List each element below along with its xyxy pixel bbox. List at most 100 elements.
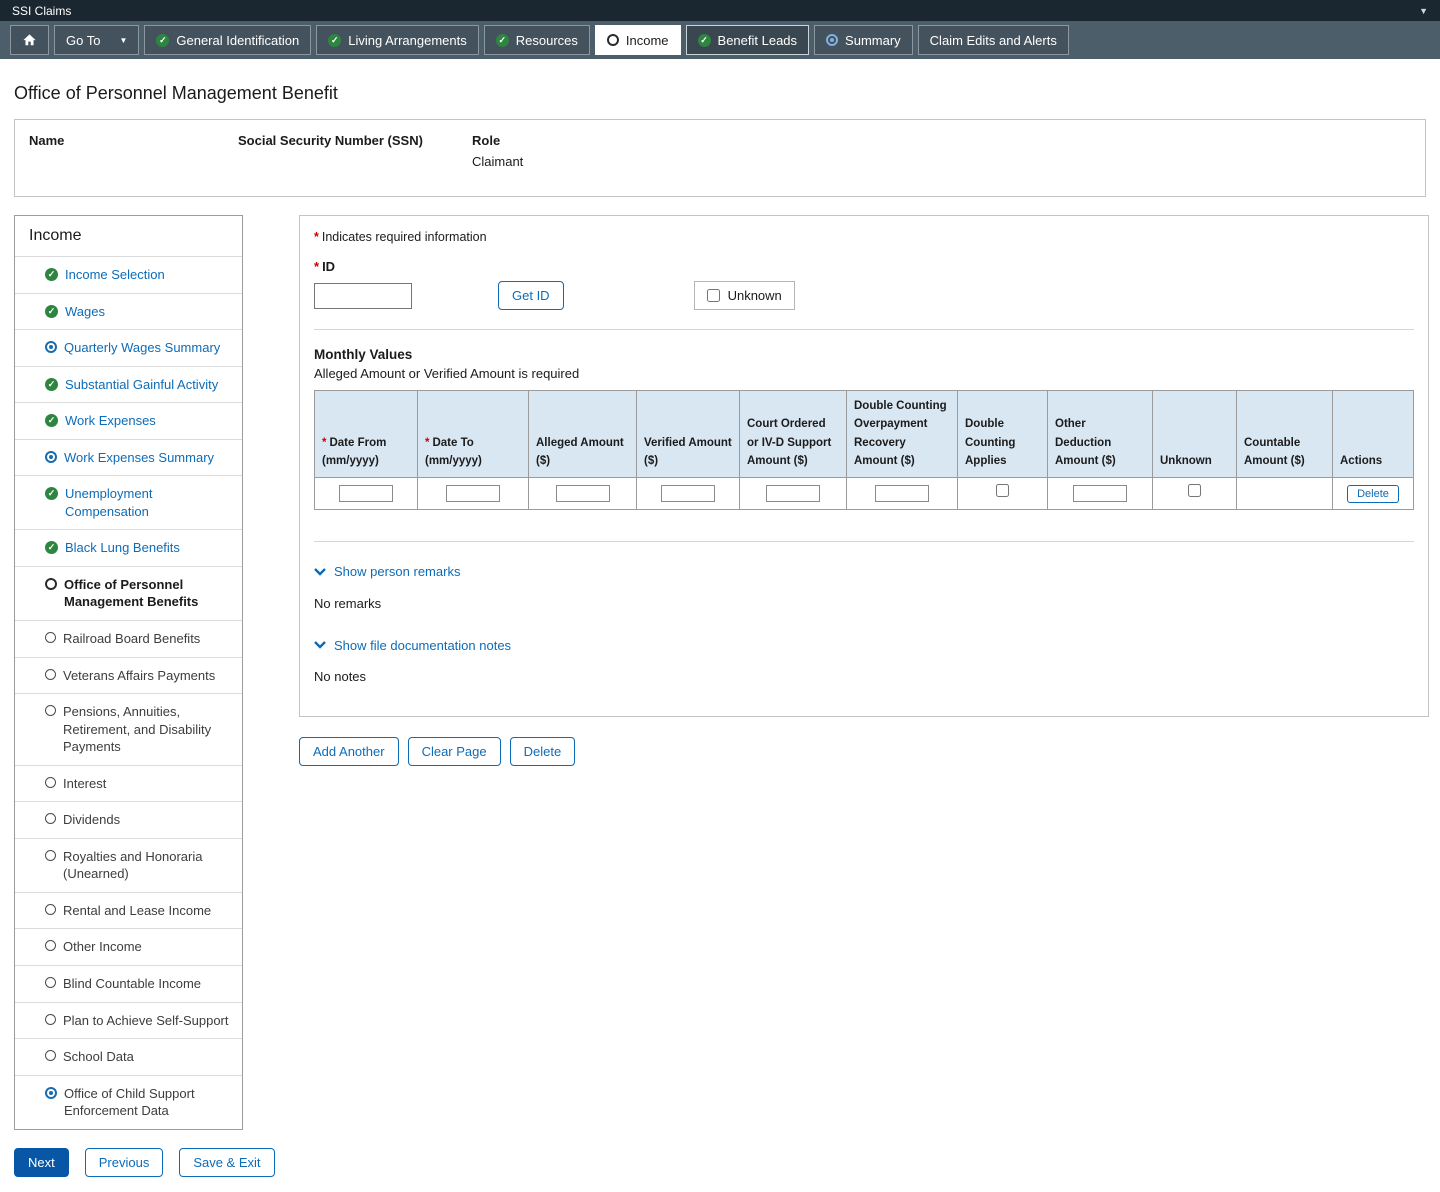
complete-check-icon <box>496 34 509 47</box>
cell-countable-amount <box>1237 477 1333 509</box>
not-started-circle-icon <box>45 1050 56 1061</box>
verified-amount-input[interactable] <box>661 485 715 502</box>
complete-check-icon <box>698 34 711 47</box>
double-counting-applies-checkbox[interactable] <box>996 484 1009 497</box>
not-started-circle-icon <box>45 705 56 716</box>
required-asterisk: * <box>425 437 429 449</box>
show-person-remarks-toggle[interactable]: Show person remarks <box>314 564 460 579</box>
divider <box>314 541 1414 542</box>
in-progress-icon <box>45 451 57 463</box>
id-unknown-checkbox-group[interactable]: Unknown <box>694 281 795 310</box>
tab-resources[interactable]: Resources <box>484 25 590 55</box>
tab-label: Resources <box>516 33 578 48</box>
delete-button[interactable]: Delete <box>510 737 576 766</box>
complete-check-icon <box>45 305 58 318</box>
column-header-actions: Actions <box>1333 391 1414 478</box>
sidebar-item-veterans-affairs-payments[interactable]: Veterans Affairs Payments <box>15 657 242 694</box>
person-ssn-column: Social Security Number (SSN) <box>238 133 472 169</box>
sidebar-item-other-income[interactable]: Other Income <box>15 928 242 965</box>
sidebar-item-pensions-annuities-retirement-and-disability-payments[interactable]: Pensions, Annuities, Retirement, and Dis… <box>15 693 242 765</box>
save-and-exit-button[interactable]: Save & Exit <box>179 1148 274 1177</box>
titlebar-caret-down-icon[interactable]: ▼ <box>1419 6 1428 16</box>
sidebar-item-label: Royalties and Honoraria (Unearned) <box>63 848 234 883</box>
date-from-input[interactable] <box>339 485 393 502</box>
tab-label: Living Arrangements <box>348 33 467 48</box>
sidebar-item-black-lung-benefits[interactable]: Black Lung Benefits <box>15 529 242 566</box>
page-action-buttons: Next Previous Save & Exit <box>0 1130 1440 1192</box>
sidebar-item-blind-countable-income[interactable]: Blind Countable Income <box>15 965 242 1002</box>
unknown-checkbox[interactable] <box>1188 484 1201 497</box>
tab-claim-edits-and-alerts[interactable]: Claim Edits and Alerts <box>918 25 1069 55</box>
sidebar-item-label: Other Income <box>63 938 142 956</box>
court-ordered-amount-input[interactable] <box>766 485 820 502</box>
id-unknown-checkbox[interactable] <box>707 289 720 302</box>
sidebar-item-label: Veterans Affairs Payments <box>63 667 215 685</box>
column-header-label: Verified Amount ($) <box>644 437 732 467</box>
sidebar-item-rental-and-lease-income[interactable]: Rental and Lease Income <box>15 892 242 929</box>
column-header-label: Other Deduction Amount ($) <box>1055 418 1116 467</box>
get-id-button[interactable]: Get ID <box>498 281 564 310</box>
sidebar-item-substantial-gainful-activity[interactable]: Substantial Gainful Activity <box>15 366 242 403</box>
benefit-form-panel: *Indicates required information *ID Get … <box>299 215 1429 717</box>
in-progress-icon <box>45 1087 57 1099</box>
sidebar-item-label: Blind Countable Income <box>63 975 201 993</box>
sidebar-item-office-of-child-support-enforcement-data[interactable]: Office of Child Support Enforcement Data <box>15 1075 242 1129</box>
table-header-row: *Date From (mm/yyyy)*Date To (mm/yyyy)Al… <box>315 391 1414 478</box>
alleged-amount-input[interactable] <box>556 485 610 502</box>
in-progress-icon <box>45 341 57 353</box>
sidebar-item-label: Office of Child Support Enforcement Data <box>64 1085 234 1120</box>
tab-label: Claim Edits and Alerts <box>930 33 1057 48</box>
sidebar-item-quarterly-wages-summary[interactable]: Quarterly Wages Summary <box>15 329 242 366</box>
sidebar-item-school-data[interactable]: School Data <box>15 1038 242 1075</box>
required-asterisk: * <box>314 259 319 274</box>
tab-benefit-leads[interactable]: Benefit Leads <box>686 25 810 55</box>
show-file-documentation-notes-toggle[interactable]: Show file documentation notes <box>314 638 511 653</box>
tab-income[interactable]: Income <box>595 25 681 55</box>
id-input[interactable] <box>314 283 412 309</box>
sidebar-item-label: Interest <box>63 775 106 793</box>
sidebar-item-dividends[interactable]: Dividends <box>15 801 242 838</box>
sidebar-item-list: Income SelectionWagesQuarterly Wages Sum… <box>15 256 242 1129</box>
complete-check-icon <box>45 378 58 391</box>
sidebar-item-label: Black Lung Benefits <box>65 539 180 557</box>
column-header-label: Countable Amount ($) <box>1244 437 1305 467</box>
go-to-dropdown[interactable]: Go To ▼ <box>54 25 139 55</box>
other-deduction-amount-input[interactable] <box>1073 485 1127 502</box>
sidebar-item-interest[interactable]: Interest <box>15 765 242 802</box>
add-another-button[interactable]: Add Another <box>299 737 399 766</box>
required-asterisk: * <box>314 230 319 244</box>
role-label: Role <box>472 133 523 148</box>
role-value: Claimant <box>472 154 523 169</box>
previous-button[interactable]: Previous <box>85 1148 164 1177</box>
sidebar-item-railroad-board-benefits[interactable]: Railroad Board Benefits <box>15 620 242 657</box>
date-to-input[interactable] <box>446 485 500 502</box>
tab-living-arrangements[interactable]: Living Arrangements <box>316 25 479 55</box>
sidebar-item-work-expenses[interactable]: Work Expenses <box>15 402 242 439</box>
page-title: Office of Personnel Management Benefit <box>14 83 1426 104</box>
home-button[interactable] <box>10 25 49 55</box>
column-header-other-deduction-amount: Other Deduction Amount ($) <box>1048 391 1153 478</box>
tab-summary[interactable]: Summary <box>814 25 913 55</box>
table-row: Delete <box>315 477 1414 509</box>
monthly-values-subtitle: Alleged Amount or Verified Amount is req… <box>314 366 1414 381</box>
column-header-double-counting-recovery-amount: Double Counting Overpayment Recovery Amo… <box>847 391 958 478</box>
tab-general-identification[interactable]: General Identification <box>144 25 311 55</box>
not-started-circle-icon <box>45 632 56 643</box>
column-header-date-to: *Date To (mm/yyyy) <box>418 391 529 478</box>
double-counting-recovery-amount-input[interactable] <box>875 485 929 502</box>
cell-date-from <box>315 477 418 509</box>
not-started-circle-icon <box>45 940 56 951</box>
sidebar-item-royalties-and-honoraria-unearned[interactable]: Royalties and Honoraria (Unearned) <box>15 838 242 892</box>
clear-page-button[interactable]: Clear Page <box>408 737 501 766</box>
name-value <box>29 154 238 169</box>
delete-row-button[interactable]: Delete <box>1347 485 1399 503</box>
cell-actions: Delete <box>1333 477 1414 509</box>
sidebar-item-office-of-personnel-management-benefits[interactable]: Office of Personnel Management Benefits <box>15 566 242 620</box>
sidebar-item-plan-to-achieve-self-support[interactable]: Plan to Achieve Self-Support <box>15 1002 242 1039</box>
sidebar-item-work-expenses-summary[interactable]: Work Expenses Summary <box>15 439 242 476</box>
sidebar-item-unemployment-compensation[interactable]: Unemployment Compensation <box>15 475 242 529</box>
complete-check-icon <box>45 414 58 427</box>
next-button[interactable]: Next <box>14 1148 69 1177</box>
sidebar-item-income-selection[interactable]: Income Selection <box>15 256 242 293</box>
sidebar-item-wages[interactable]: Wages <box>15 293 242 330</box>
